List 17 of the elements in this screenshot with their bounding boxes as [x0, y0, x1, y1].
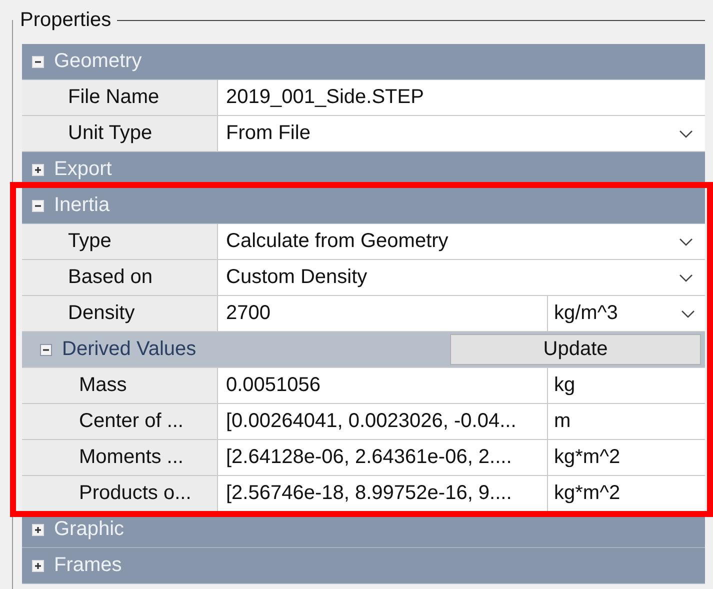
subcategory-header[interactable]: Derived Values	[22, 332, 450, 367]
property-label: Center of ...	[22, 404, 218, 439]
property-label: Type	[22, 224, 218, 259]
update-button[interactable]: Update	[450, 334, 701, 365]
chevron-down-icon[interactable]	[679, 274, 693, 282]
groupbox-title: Properties	[20, 10, 112, 30]
chevron-down-icon[interactable]	[681, 310, 695, 318]
property-label: Unit Type	[22, 116, 218, 151]
property-label: File Name	[22, 80, 218, 115]
property-label: Based on	[22, 260, 218, 295]
property-label: Products o...	[22, 476, 218, 511]
chevron-down-icon[interactable]	[679, 238, 693, 246]
property-label: Density	[22, 296, 218, 331]
chevron-down-icon[interactable]	[679, 130, 693, 138]
expander-icon[interactable]	[40, 344, 52, 356]
property-label: Mass	[22, 368, 218, 403]
property-label: Moments ...	[22, 440, 218, 475]
